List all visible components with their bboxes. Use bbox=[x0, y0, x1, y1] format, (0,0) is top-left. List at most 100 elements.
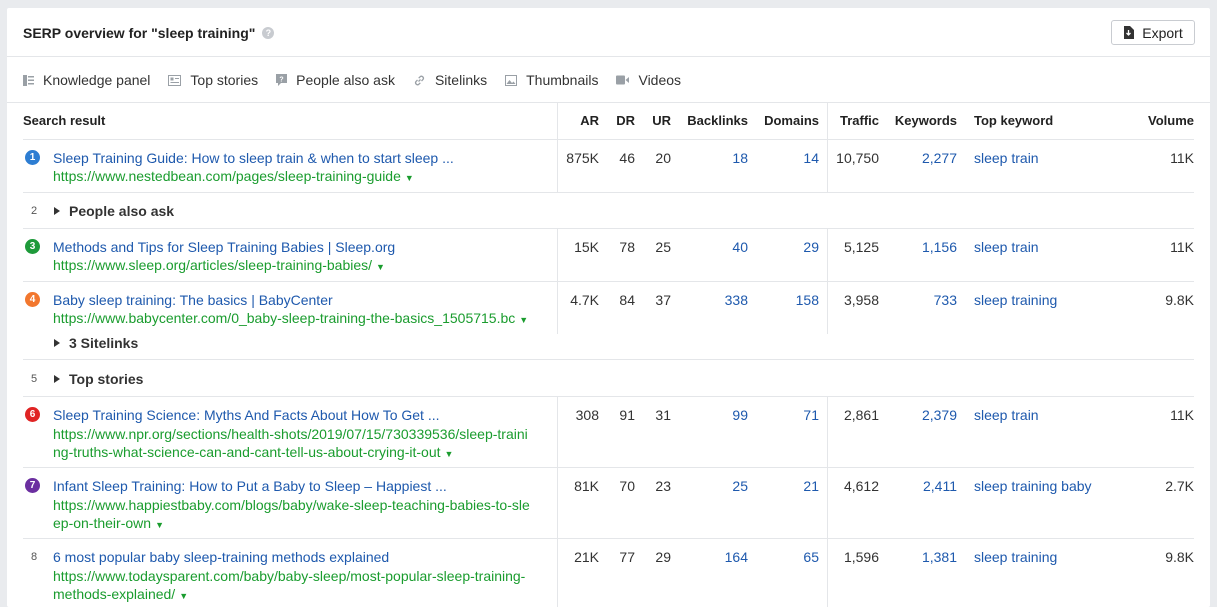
top-keyword-link[interactable]: sleep train bbox=[974, 407, 1039, 423]
url-dropdown-icon[interactable]: ▼ bbox=[376, 262, 385, 272]
keywords-link[interactable]: 2,277 bbox=[887, 150, 957, 166]
col-header-domains[interactable]: Domains bbox=[757, 113, 819, 128]
result-title-link[interactable]: Infant Sleep Training: How to Put a Baby… bbox=[53, 478, 447, 494]
col-header-ar[interactable]: AR bbox=[567, 113, 599, 128]
result-title-link[interactable]: 6 most popular baby sleep-training metho… bbox=[53, 549, 389, 565]
row-divider bbox=[23, 538, 1194, 539]
dr-value: 46 bbox=[619, 150, 635, 166]
keywords-link[interactable]: 733 bbox=[887, 292, 957, 308]
domains-link[interactable]: 29 bbox=[757, 239, 819, 255]
sitelinks-label: 3 Sitelinks bbox=[69, 335, 139, 351]
top-keyword-link[interactable]: sleep training baby bbox=[974, 478, 1092, 494]
result-url-text: https://www.npr.org/sections/health-shot… bbox=[53, 426, 528, 442]
dr-value: 78 bbox=[619, 239, 635, 255]
backlinks-link[interactable]: 99 bbox=[687, 407, 748, 423]
help-icon[interactable]: ? bbox=[262, 27, 275, 39]
col-header-backlinks[interactable]: Backlinks bbox=[677, 113, 748, 128]
url-dropdown-icon[interactable]: ▼ bbox=[519, 315, 528, 325]
keywords-link[interactable]: 1,156 bbox=[887, 239, 957, 255]
videos-icon bbox=[616, 75, 630, 85]
feature-people-also-ask[interactable]: ? People also ask bbox=[276, 72, 395, 88]
col-header-search-result[interactable]: Search result bbox=[23, 113, 105, 128]
keywords-link[interactable]: 2,411 bbox=[887, 478, 957, 494]
result-url[interactable]: https://www.sleep.org/articles/sleep-tra… bbox=[53, 256, 385, 276]
backlinks-link[interactable]: 164 bbox=[687, 549, 748, 565]
serp-features-bar: Knowledge panel Top stories ? People als… bbox=[23, 72, 699, 88]
domains-link[interactable]: 158 bbox=[757, 292, 819, 308]
feature-sitelinks[interactable]: Sitelinks bbox=[413, 72, 487, 88]
result-url-text: ep-on-their-own bbox=[53, 515, 152, 531]
backlinks-link[interactable]: 25 bbox=[687, 478, 748, 494]
col-header-volume[interactable]: Volume bbox=[1127, 113, 1194, 128]
result-url[interactable]: https://www.todaysparent.com/baby/baby-s… bbox=[53, 567, 525, 585]
url-dropdown-icon[interactable]: ▼ bbox=[445, 449, 454, 459]
expand-triangle-icon bbox=[54, 375, 60, 384]
result-url-text: https://www.happiestbaby.com/blogs/baby/… bbox=[53, 497, 530, 513]
result-title-link[interactable]: Methods and Tips for Sleep Training Babi… bbox=[53, 239, 395, 255]
dr-value: 84 bbox=[619, 292, 635, 308]
domains-link[interactable]: 65 bbox=[757, 549, 819, 565]
result-url[interactable]: https://www.happiestbaby.com/blogs/baby/… bbox=[53, 496, 530, 514]
traffic-value: 1,596 bbox=[843, 549, 879, 565]
url-dropdown-icon[interactable]: ▼ bbox=[155, 520, 164, 530]
col-header-ur[interactable]: UR bbox=[643, 113, 671, 128]
top-keyword-link[interactable]: sleep training bbox=[974, 292, 1057, 308]
top-stories-toggle[interactable]: Top stories bbox=[54, 371, 143, 387]
row-position: 8 bbox=[31, 551, 38, 563]
volume-value: 9.8K bbox=[1165, 292, 1194, 308]
ur-value: 37 bbox=[655, 292, 671, 308]
url-dropdown-icon[interactable]: ▼ bbox=[179, 591, 188, 601]
result-url-continued[interactable]: ng-truths-what-science-can-and-cant-tell… bbox=[53, 443, 453, 463]
export-icon bbox=[1124, 26, 1135, 39]
col-header-top-keyword[interactable]: Top keyword bbox=[974, 113, 1053, 128]
volume-value: 9.8K bbox=[1165, 549, 1194, 565]
feature-thumbnails[interactable]: Thumbnails bbox=[505, 72, 598, 88]
feature-label: Thumbnails bbox=[526, 72, 599, 88]
col-header-keywords[interactable]: Keywords bbox=[887, 113, 957, 128]
sitelinks-toggle[interactable]: 3 Sitelinks bbox=[54, 335, 138, 351]
expand-triangle-icon bbox=[54, 207, 60, 216]
feature-label: Knowledge panel bbox=[43, 72, 151, 88]
result-title-link[interactable]: Sleep Training Science: Myths And Facts … bbox=[53, 407, 440, 423]
result-url[interactable]: https://www.babycenter.com/0_baby-sleep-… bbox=[53, 309, 528, 329]
domains-link[interactable]: 14 bbox=[757, 150, 819, 166]
result-title-link[interactable]: Baby sleep training: The basics | BabyCe… bbox=[53, 292, 333, 308]
feature-top-stories[interactable]: Top stories bbox=[168, 72, 258, 88]
feature-knowledge-panel[interactable]: Knowledge panel bbox=[23, 72, 150, 88]
keywords-link[interactable]: 2,379 bbox=[887, 407, 957, 423]
domains-link[interactable]: 71 bbox=[757, 407, 819, 423]
result-url-text: https://www.nestedbean.com/pages/sleep-t… bbox=[53, 168, 401, 184]
feature-label: Videos bbox=[638, 72, 682, 88]
column-divider bbox=[827, 468, 828, 538]
backlinks-link[interactable]: 40 bbox=[687, 239, 748, 255]
row-divider bbox=[23, 467, 1194, 468]
people-also-ask-toggle[interactable]: People also ask bbox=[54, 203, 174, 219]
result-url-continued[interactable]: methods-explained/▼ bbox=[53, 585, 188, 605]
dr-value: 91 bbox=[619, 407, 635, 423]
result-url-text: methods-explained/ bbox=[53, 586, 176, 602]
result-url[interactable]: https://www.npr.org/sections/health-shot… bbox=[53, 425, 528, 443]
domains-link[interactable]: 21 bbox=[757, 478, 819, 494]
backlinks-link[interactable]: 338 bbox=[687, 292, 748, 308]
url-dropdown-icon[interactable]: ▼ bbox=[405, 173, 414, 183]
result-url-text: https://www.sleep.org/articles/sleep-tra… bbox=[53, 257, 373, 273]
col-header-traffic[interactable]: Traffic bbox=[829, 113, 879, 128]
top-keyword-link[interactable]: sleep training bbox=[974, 549, 1057, 565]
ar-value: 308 bbox=[575, 407, 599, 423]
top-keyword-link[interactable]: sleep train bbox=[974, 150, 1039, 166]
traffic-value: 10,750 bbox=[836, 150, 879, 166]
result-title-link[interactable]: Sleep Training Guide: How to sleep train… bbox=[53, 150, 454, 166]
keywords-link[interactable]: 1,381 bbox=[887, 549, 957, 565]
traffic-value: 5,125 bbox=[843, 239, 879, 255]
result-url[interactable]: https://www.nestedbean.com/pages/sleep-t… bbox=[53, 167, 414, 187]
ar-value: 21K bbox=[574, 549, 599, 565]
position-badge: 6 bbox=[25, 407, 40, 422]
top-keyword-link[interactable]: sleep train bbox=[974, 239, 1039, 255]
page-title: SERP overview for "sleep training" ? bbox=[23, 25, 275, 41]
col-header-dr[interactable]: DR bbox=[607, 113, 635, 128]
backlinks-link[interactable]: 18 bbox=[687, 150, 748, 166]
export-button[interactable]: Export bbox=[1111, 20, 1195, 45]
result-url-continued[interactable]: ep-on-their-own ▼ bbox=[53, 514, 164, 534]
result-url-text: https://www.babycenter.com/0_baby-sleep-… bbox=[53, 310, 516, 326]
feature-videos[interactable]: Videos bbox=[616, 72, 681, 88]
